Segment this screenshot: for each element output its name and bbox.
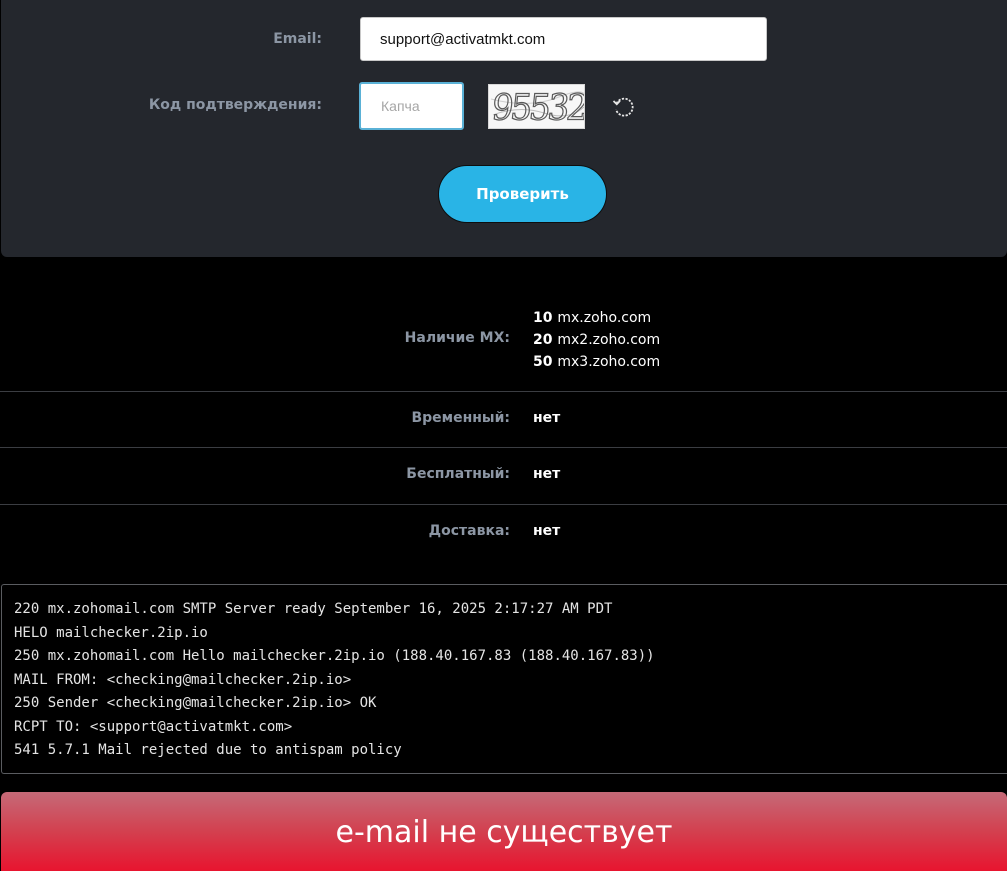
mx-records: 10 mx.zoho.com 20 mx2.zoho.com 50 mx3.zo… bbox=[533, 307, 660, 373]
mx-priority: 50 bbox=[533, 354, 553, 370]
refresh-icon-graphic bbox=[612, 97, 634, 117]
mx-label: Наличие MX: bbox=[404, 330, 510, 346]
mx-row: Наличие MX: 10 mx.zoho.com 20 mx2.zoho.c… bbox=[0, 307, 1007, 392]
refresh-icon[interactable] bbox=[611, 94, 637, 120]
check-button[interactable]: Проверить bbox=[438, 165, 607, 223]
free-value: нет bbox=[533, 466, 561, 482]
temporary-value: нет bbox=[533, 410, 561, 426]
captcha-image: 95532 bbox=[488, 84, 585, 129]
log-line: 220 mx.zohomail.com SMTP Server ready Se… bbox=[14, 601, 613, 617]
captcha-label: Код подтверждения: bbox=[148, 97, 322, 113]
delivery-row: Доставка: нет bbox=[0, 505, 1007, 561]
mx-record: 10 mx.zoho.com bbox=[533, 307, 660, 329]
delivery-label: Доставка: bbox=[428, 523, 510, 539]
log-line: 250 mx.zohomail.com Hello mailchecker.2i… bbox=[14, 648, 655, 664]
check-form-panel: Email: Код подтверждения: 95532 Проверит… bbox=[1, 0, 1007, 257]
mx-host: mx2.zoho.com bbox=[557, 332, 661, 348]
free-row: Бесплатный: нет bbox=[0, 448, 1007, 505]
log-line: MAIL FROM: <checking@mailchecker.2ip.io> bbox=[14, 671, 352, 688]
captcha-input[interactable] bbox=[359, 82, 464, 130]
result-banner: e-mail не существует bbox=[1, 792, 1007, 871]
mx-record: 20 mx2.zoho.com bbox=[533, 329, 660, 351]
temporary-row: Временный: нет bbox=[0, 392, 1007, 448]
mx-host: mx3.zoho.com bbox=[557, 354, 661, 370]
email-input[interactable] bbox=[360, 17, 767, 61]
log-line: RCPT TO: <support@activatmkt.com> bbox=[14, 718, 293, 735]
log-line: 541 5.7.1 Mail rejected due to antispam … bbox=[14, 742, 402, 758]
log-line: 250 Sender <checking@mailchecker.2ip.io>… bbox=[14, 695, 377, 711]
log-line: HELO mailchecker.2ip.io bbox=[14, 624, 208, 641]
captcha-text: 95532 bbox=[489, 86, 585, 129]
email-label: Email: bbox=[273, 31, 322, 47]
mx-host: mx.zoho.com bbox=[557, 310, 652, 326]
smtp-log: 220 mx.zohomail.com SMTP Server ready Se… bbox=[1, 584, 1007, 774]
mx-record: 50 mx3.zoho.com bbox=[533, 351, 660, 373]
mx-priority: 10 bbox=[533, 310, 553, 326]
temporary-label: Временный: bbox=[411, 410, 510, 426]
free-label: Бесплатный: bbox=[406, 466, 510, 482]
delivery-value: нет bbox=[533, 523, 561, 539]
result-banner-text: e-mail не существует bbox=[335, 815, 673, 850]
mx-priority: 20 bbox=[533, 332, 553, 348]
